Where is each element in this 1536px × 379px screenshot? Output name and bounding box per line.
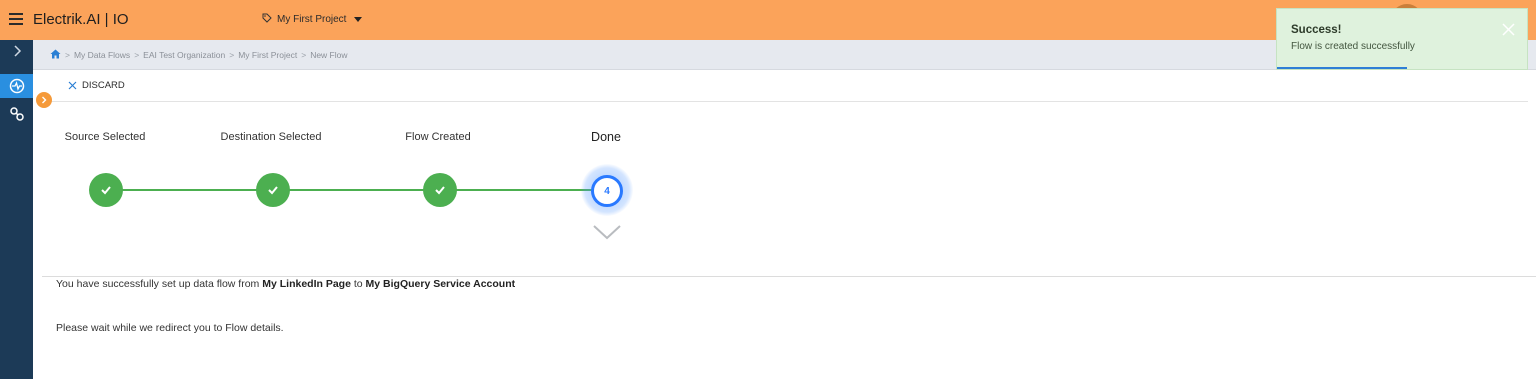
step-label-source: Source Selected	[64, 131, 146, 143]
caret-down-icon	[354, 17, 363, 22]
breadcrumb-item-current: New Flow	[310, 50, 348, 60]
project-name: My First Project	[277, 14, 347, 25]
stepper-connector	[106, 189, 606, 191]
step-complete-destination	[256, 173, 290, 207]
check-icon	[101, 186, 111, 195]
check-icon	[435, 186, 445, 195]
success-toast: Success! Flow is created successfully	[1276, 8, 1528, 70]
app-title: Electrik.AI | IO	[33, 11, 129, 28]
success-message: You have successfully set up data flow f…	[56, 278, 515, 290]
discard-button[interactable]: DISCARD	[68, 80, 125, 91]
tag-icon	[262, 13, 272, 26]
link-icon	[9, 107, 24, 121]
step-label-done: Done	[591, 130, 621, 144]
close-icon	[1502, 23, 1515, 36]
redirect-message: Please wait while we redirect you to Flo…	[56, 322, 284, 334]
step-label-destination: Destination Selected	[220, 131, 322, 143]
check-icon	[268, 186, 278, 195]
hamburger-icon[interactable]	[9, 13, 23, 25]
breadcrumb-separator: >	[229, 50, 235, 60]
close-icon	[68, 81, 77, 90]
rail-item-connections[interactable]	[0, 102, 33, 126]
toast-message: Flow is created successfully	[1291, 41, 1415, 52]
breadcrumb-item-project[interactable]: My First Project	[238, 50, 297, 60]
toast-close-button[interactable]	[1502, 23, 1515, 41]
toast-title: Success!	[1291, 24, 1342, 36]
divider	[42, 101, 1528, 102]
breadcrumb-separator: >	[301, 50, 307, 60]
success-message-connector: to	[353, 278, 363, 290]
toast-progress-bar	[1277, 67, 1407, 69]
step-current-done: 4	[591, 175, 623, 207]
panel-toggle-button[interactable]	[36, 92, 52, 108]
discard-label: DISCARD	[82, 80, 125, 91]
destination-name: My BigQuery Service Account	[365, 278, 516, 290]
breadcrumb-separator: >	[65, 50, 70, 60]
rail-expand-button[interactable]	[0, 40, 33, 62]
divider	[42, 276, 1536, 277]
chevron-down-icon[interactable]	[593, 224, 621, 245]
project-selector[interactable]: My First Project	[262, 13, 363, 26]
breadcrumb: > My Data Flows > EAI Test Organization …	[50, 49, 348, 61]
step-label-flow-created: Flow Created	[405, 131, 471, 143]
breadcrumb-item-organization[interactable]: EAI Test Organization	[143, 50, 225, 60]
success-message-prefix: You have successfully set up data flow f…	[56, 278, 260, 290]
home-icon[interactable]	[50, 49, 61, 61]
step-complete-flow-created	[423, 173, 457, 207]
breadcrumb-separator: >	[134, 50, 140, 60]
breadcrumb-item-data-flows[interactable]: My Data Flows	[74, 50, 130, 60]
chevron-right-icon	[42, 96, 47, 104]
flow-icon	[9, 78, 24, 94]
left-rail	[0, 40, 33, 379]
rail-item-data-flows[interactable]	[0, 74, 33, 98]
chevron-right-icon	[13, 45, 21, 57]
source-name: My LinkedIn Page	[262, 278, 351, 290]
step-complete-source	[89, 173, 123, 207]
